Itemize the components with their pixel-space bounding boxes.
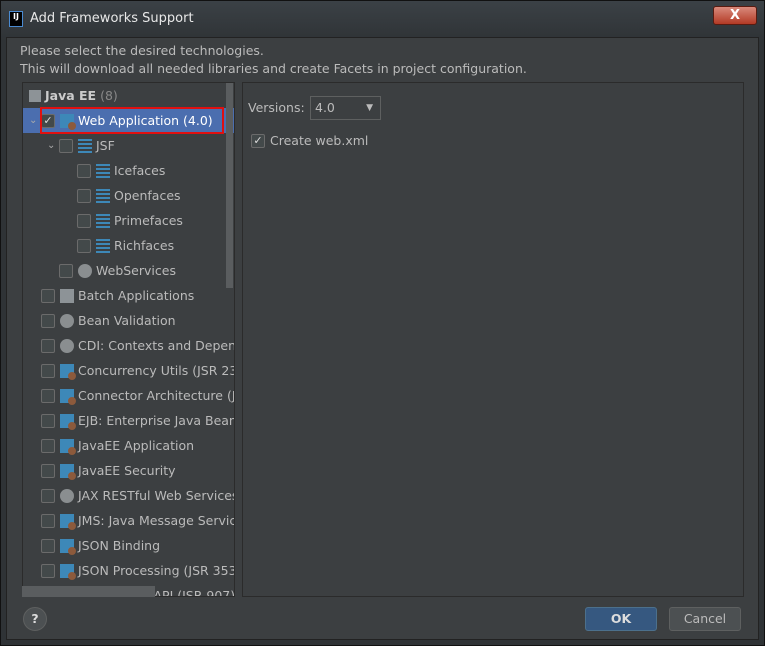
item-label: Icefaces <box>114 163 166 178</box>
folder-icon <box>60 288 74 303</box>
version-value: 4.0 <box>315 100 335 115</box>
vertical-scrollbar[interactable] <box>226 83 233 288</box>
jsf-icon <box>96 188 110 203</box>
item-checkbox[interactable] <box>41 488 55 503</box>
item-checkbox[interactable] <box>41 338 55 353</box>
tree-item[interactable]: Bean Validation <box>23 308 228 333</box>
description-line-2: This will download all needed libraries … <box>20 61 527 76</box>
versions-label: Versions: <box>248 100 305 115</box>
chevron-down-icon: ▼ <box>366 103 373 113</box>
item-checkbox[interactable] <box>77 163 91 178</box>
module-icon <box>60 388 76 405</box>
help-button[interactable]: ? <box>23 607 47 631</box>
horizontal-scrollbar[interactable] <box>22 586 155 597</box>
settings-panel <box>242 82 744 597</box>
item-label: JSON Binding <box>78 538 161 553</box>
tree-item[interactable]: Concurrency Utils (JSR 236) <box>23 358 234 383</box>
window-title: Add Frameworks Support <box>30 11 194 26</box>
javaee-icon <box>60 438 76 455</box>
item-label: JavaEE Security <box>78 463 176 478</box>
jsf-icon <box>96 163 110 178</box>
module-icon <box>60 538 76 555</box>
tree-item[interactable]: CDI: Contexts and Dependency Injection <box>23 333 234 358</box>
item-label: CDI: Contexts and Dependency Injection <box>78 338 235 353</box>
module-icon <box>60 363 76 380</box>
versions-dropdown[interactable]: 4.0 ▼ <box>310 96 381 120</box>
highlight-box <box>40 107 224 134</box>
jsf-icon <box>96 238 110 253</box>
item-checkbox[interactable] <box>77 188 91 203</box>
create-webxml-label: Create web.xml <box>270 133 369 148</box>
globe-icon <box>60 488 74 503</box>
tree-item[interactable]: JAX RESTful Web Services <box>23 483 234 508</box>
tree-item[interactable]: Batch Applications <box>23 283 228 308</box>
item-checkbox[interactable] <box>41 313 55 328</box>
jsf-icon <box>96 213 110 228</box>
tree-item[interactable]: JSON Processing (JSR 353) <box>23 558 234 583</box>
jsf-icon <box>78 138 92 153</box>
technology-tree[interactable]: Java EE (8) ⌄ ✓ Web Application (4.0) ⌄ JSF I… <box>22 82 235 597</box>
item-label: Primefaces <box>114 213 183 228</box>
group-count: (8) <box>100 88 118 103</box>
item-checkbox[interactable] <box>41 463 55 478</box>
item-checkbox[interactable] <box>41 288 55 303</box>
item-checkbox[interactable] <box>77 238 91 253</box>
tree-item[interactable]: JMS: Java Message Service <box>23 508 234 533</box>
tree-item[interactable]: WebServices <box>23 258 228 283</box>
item-label: Richfaces <box>114 238 175 253</box>
item-label: JSON Processing (JSR 353) <box>78 563 235 578</box>
ok-button[interactable]: OK <box>585 607 657 631</box>
item-checkbox[interactable] <box>41 363 55 378</box>
tree-item[interactable]: ⌄ JSF <box>23 133 228 158</box>
module-icon <box>60 413 76 430</box>
tree-item[interactable]: Icefaces <box>23 158 228 183</box>
item-checkbox[interactable] <box>41 563 55 578</box>
tree-item[interactable]: EJB: Enterprise Java Beans <box>23 408 234 433</box>
description-line-1: Please select the desired technologies. <box>20 43 264 58</box>
item-label: JMS: Java Message Service <box>78 513 235 528</box>
module-icon <box>60 513 76 530</box>
item-label: WebServices <box>96 263 176 278</box>
item-label: Openfaces <box>114 188 181 203</box>
close-button[interactable]: X <box>713 6 757 25</box>
tree-item[interactable]: Richfaces <box>23 233 228 258</box>
item-label: Bean Validation <box>78 313 176 328</box>
tree-item[interactable]: JavaEE Security <box>23 458 228 483</box>
intellij-logo-icon: IJ <box>9 11 23 27</box>
tree-item[interactable]: Primefaces <box>23 208 228 233</box>
item-label: EJB: Enterprise Java Beans <box>78 413 235 428</box>
tree-item[interactable]: JavaEE Application <box>23 433 228 458</box>
cdi-icon <box>60 338 74 353</box>
expand-chevron-icon[interactable]: ⌄ <box>47 140 59 151</box>
tree-item[interactable]: Openfaces <box>23 183 228 208</box>
item-label: Connector Architecture (JSR 322) <box>78 388 235 403</box>
item-checkbox[interactable] <box>59 263 73 278</box>
group-label: Java EE <box>45 88 97 103</box>
module-icon <box>60 563 76 580</box>
module-icon <box>60 463 76 480</box>
javaee-group-icon <box>29 89 41 102</box>
item-label: JAX RESTful Web Services <box>78 488 235 503</box>
title-bar: IJ Add Frameworks Support X <box>1 1 765 37</box>
item-checkbox[interactable] <box>41 538 55 553</box>
cancel-button[interactable]: Cancel <box>669 607 741 631</box>
item-checkbox[interactable] <box>41 388 55 403</box>
item-checkbox[interactable] <box>41 413 55 428</box>
item-label: Concurrency Utils (JSR 236) <box>78 363 235 378</box>
create-webxml-row[interactable]: ✓ Create web.xml <box>251 133 368 148</box>
tree-group-java-ee: Java EE (8) <box>29 83 234 108</box>
item-label: JavaEE Application <box>78 438 195 453</box>
item-checkbox[interactable] <box>41 513 55 528</box>
item-label: Batch Applications <box>78 288 195 303</box>
item-checkbox[interactable] <box>41 438 55 453</box>
item-checkbox[interactable] <box>77 213 91 228</box>
item-label: JSF <box>96 138 115 153</box>
bean-icon <box>60 313 74 328</box>
tree-item[interactable]: JSON Binding <box>23 533 228 558</box>
globe-icon <box>78 263 92 278</box>
item-checkbox[interactable] <box>59 138 73 153</box>
tree-item[interactable]: Connector Architecture (JSR 322) <box>23 383 234 408</box>
create-webxml-checkbox[interactable]: ✓ <box>251 133 265 148</box>
